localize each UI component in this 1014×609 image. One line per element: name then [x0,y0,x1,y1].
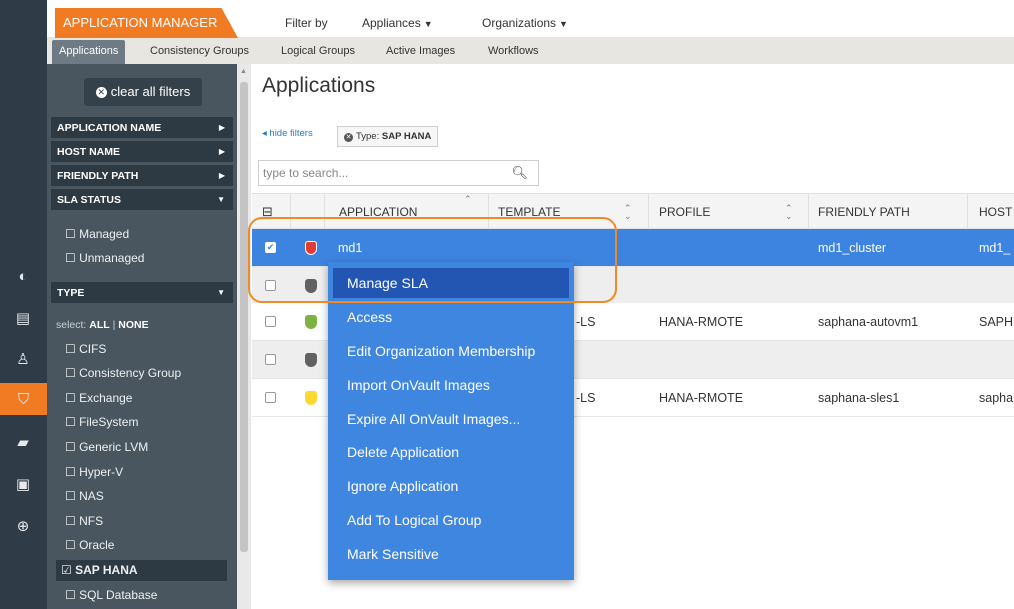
cell-profile: HANA-RMOTE [659,391,744,405]
report-icon[interactable]: ▰ [11,430,35,454]
tab-bar: Applications Consistency Groups Logical … [47,38,1014,64]
top-bar: APPLICATION MANAGER Filter by Appliances… [47,0,1014,38]
option-managed[interactable]: ☐ Managed [65,227,129,242]
page-title: Applications [262,74,376,97]
filter-pill[interactable]: ✕ Type: SAP HANA [337,126,439,147]
menu-item-access[interactable]: Access [328,302,574,332]
dashboard-icon[interactable]: ◐ [11,264,35,288]
option-nfs[interactable]: ☐ NFS [65,514,103,529]
menu-item-edit-organization-membership[interactable]: Edit Organization Membership [328,336,574,366]
tab-logical-groups[interactable]: Logical Groups [281,38,355,64]
system-monitor-icon[interactable]: ▣ [11,472,35,496]
column-friendly-path[interactable]: FRIENDLY PATH [818,194,910,230]
facet-host-name[interactable]: HOST NAME ▶ [51,141,233,163]
menu-item-expire-all-onvault-images[interactable]: Expire All OnVault Images... [328,404,574,434]
sort-icon[interactable]: ⌃ ⌄ [785,204,793,221]
cell-friendly-path: saphana-autovm1 [818,315,919,329]
hide-filters-link[interactable]: ◂ hide filters [262,128,313,139]
facet-type[interactable]: TYPE ▼ [51,282,233,304]
option-sql-database[interactable]: ☐ SQL Database [65,588,157,603]
tab-workflows[interactable]: Workflows [488,38,539,64]
tab-active-images[interactable]: Active Images [386,38,455,64]
monitor-icon[interactable]: ♙ [11,347,35,371]
clear-filters-button[interactable]: ✕ clear all filters [84,78,202,106]
select-all-link[interactable]: ALL [89,319,109,331]
row-checkbox[interactable] [265,354,276,365]
sort-icon[interactable]: ⌃ [464,194,472,205]
organizations-dropdown[interactable]: Organizations ▼ [482,16,568,30]
chevron-down-icon: ▼ [217,195,225,204]
facet-sla-status[interactable]: SLA STATUS ▼ [51,189,233,211]
cell-friendly-path: md1_cluster [818,241,887,255]
column-profile[interactable]: PROFILE [659,194,710,230]
cell-host: sapha [979,391,1014,405]
menu-item-mark-sensitive[interactable]: Mark Sensitive [328,539,574,569]
shield-icon [305,391,317,405]
cell-profile: HANA-RMOTE [659,315,744,329]
option-oracle[interactable]: ☐ Oracle [65,538,114,553]
cell-host: SAPH [979,315,1014,329]
menu-item-delete-application[interactable]: Delete Application [328,437,574,467]
tab-applications[interactable]: Applications [52,40,126,64]
context-menu: Manage SLA Access Edit Organization Memb… [328,262,574,580]
app-name[interactable]: APPLICATION MANAGER [55,8,238,38]
close-icon[interactable]: ✕ [344,133,353,142]
cell-template: -LS [576,315,596,329]
facet-friendly-path[interactable]: FRIENDLY PATH ▶ [51,165,233,187]
caret-down-icon: ▼ [423,19,433,29]
menu-item-ignore-application[interactable]: Ignore Application [328,471,574,501]
close-icon: ✕ [95,87,107,98]
cell-friendly-path: saphana-sles1 [818,391,900,405]
chevron-right-icon: ▶ [218,147,225,156]
chevron-down-icon: ▼ [217,288,225,297]
menu-item-add-to-logical-group[interactable]: Add To Logical Group [328,505,574,535]
option-nas[interactable]: ☐ NAS [65,489,104,504]
row-checkbox[interactable] [265,316,276,327]
option-consistency-group[interactable]: ☐ Consistency Group [65,366,181,381]
option-exchange[interactable]: ☐ Exchange [65,391,132,406]
icon-rail: ◐ ▤ ♙ ⛉ ▰ ▣ ⊕ [0,0,47,609]
option-hyper-v[interactable]: ☐ Hyper-V [65,465,123,480]
shield-icon [305,315,317,329]
cell-host: md1_ [979,241,1011,255]
appliances-dropdown[interactable]: Appliances ▼ [362,16,433,30]
search-icon: 🔍︎ [511,165,528,180]
select-none-link[interactable]: NONE [118,319,148,331]
option-cifs[interactable]: ☐ CIFS [65,342,106,357]
tab-consistency-groups[interactable]: Consistency Groups [150,38,249,64]
facet-application-name[interactable]: APPLICATION NAME ▶ [51,117,233,139]
app-manager-icon[interactable]: ⛉ [0,383,47,415]
sort-icon[interactable]: ⌃ ⌄ [624,204,632,221]
select-all-none: select: ALL | NONE [56,319,149,331]
scroll-up-icon[interactable]: ▲ [240,68,247,75]
row-checkbox[interactable] [265,392,276,403]
caret-down-icon: ▼ [559,19,568,29]
option-filesystem[interactable]: ☐ FileSystem [65,415,138,430]
column-host[interactable]: HOST [979,194,1012,230]
storage-icon[interactable]: ▤ [11,306,35,330]
menu-item-import-onvault-images[interactable]: Import OnVault Images [328,370,574,400]
callout-outline [248,217,617,303]
option-sap-hana[interactable]: ☑ SAP HANA [61,563,138,578]
option-unmanaged[interactable]: ☐ Unmanaged [65,251,144,266]
sidebar-scrollbar[interactable]: ▲ [237,64,251,609]
option-generic-lvm[interactable]: ☐ Generic LVM [65,440,148,455]
upload-icon[interactable]: ⊕ [11,514,35,538]
filter-by-label: Filter by [285,16,328,30]
chevron-right-icon: ▶ [218,123,225,132]
chevron-right-icon: ▶ [218,171,225,180]
search-input[interactable]: type to search... 🔍︎ [258,160,539,186]
scrollbar-thumb[interactable] [240,82,248,552]
cell-template: -LS [576,391,596,405]
shield-icon [305,353,317,367]
